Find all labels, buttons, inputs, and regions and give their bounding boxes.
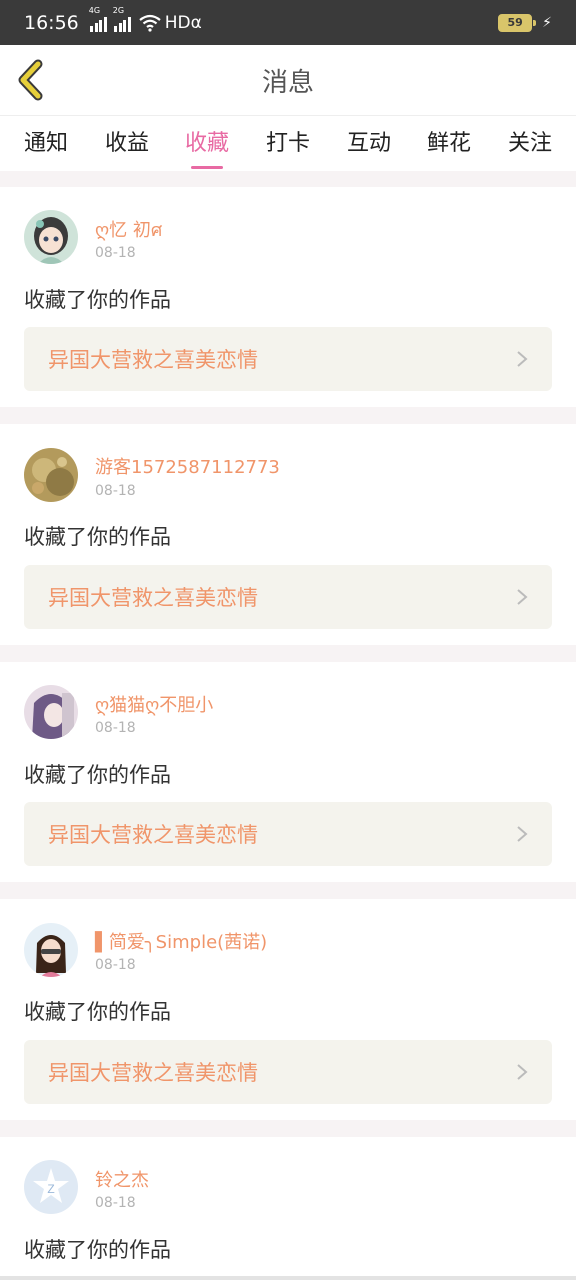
username[interactable]: 铃之杰 xyxy=(95,1166,149,1192)
avatar[interactable]: Z xyxy=(24,1160,78,1214)
avatar[interactable] xyxy=(24,685,78,739)
tab-favorites[interactable]: 收藏 xyxy=(175,125,239,169)
chevron-right-icon xyxy=(517,589,528,605)
avatar[interactable] xyxy=(24,448,78,502)
message-card: ღ猫猫ღ不胆小 08-18 收藏了你的作品 异国大营救之喜美恋情 xyxy=(0,662,576,882)
tab-interaction[interactable]: 互动 xyxy=(337,125,401,169)
signal-icon-2: 2G xyxy=(113,6,131,32)
tab-earnings[interactable]: 收益 xyxy=(95,125,159,169)
tab-notice[interactable]: 通知 xyxy=(14,125,78,169)
username[interactable]: ღ忆 初ศ xyxy=(95,215,162,244)
message-date: 08-18 xyxy=(95,720,136,736)
wifi-icon xyxy=(139,14,161,32)
status-time: 16:56 xyxy=(24,11,79,34)
tab-active-indicator xyxy=(191,166,223,169)
message-card: Z 铃之杰 08-18 收藏了你的作品 xyxy=(0,1137,576,1280)
work-link[interactable]: 异国大营救之喜美恋情 xyxy=(24,802,552,866)
chevron-right-icon xyxy=(517,351,528,367)
work-link[interactable]: 异国大营救之喜美恋情 xyxy=(24,1040,552,1104)
back-arrow-icon[interactable] xyxy=(14,59,48,101)
message-date: 08-18 xyxy=(95,245,136,261)
message-action: 收藏了你的作品 xyxy=(24,288,171,312)
tab-flowers[interactable]: 鲜花 xyxy=(417,125,481,169)
header: 消息 xyxy=(0,45,576,115)
work-title: 异国大营救之喜美恋情 xyxy=(48,823,258,847)
avatar[interactable] xyxy=(24,210,78,264)
message-action: 收藏了你的作品 xyxy=(24,525,171,549)
message-action: 收藏了你的作品 xyxy=(24,763,171,787)
charging-icon: ⚡ xyxy=(542,14,552,31)
tab-bar: 通知 收益 收藏 打卡 互动 鲜花 关注 xyxy=(0,115,576,171)
status-bar: 16:56 4G 2G HDα 59 ⚡ xyxy=(0,0,576,45)
chevron-right-icon xyxy=(517,1064,528,1080)
page-title: 消息 xyxy=(261,67,314,98)
work-title: 异国大营救之喜美恋情 xyxy=(48,348,258,372)
message-date: 08-18 xyxy=(95,483,136,499)
work-link[interactable]: 异国大营救之喜美恋情 xyxy=(24,327,552,391)
message-card: ღ忆 初ศ 08-18 收藏了你的作品 异国大营救之喜美恋情 xyxy=(0,187,576,407)
avatar[interactable] xyxy=(24,923,78,977)
message-card: 游客1572587112773 08-18 收藏了你的作品 异国大营救之喜美恋情 xyxy=(0,424,576,645)
scroll-edge xyxy=(0,1276,576,1280)
message-date: 08-18 xyxy=(95,957,136,973)
work-link[interactable]: 异国大营救之喜美恋情 xyxy=(24,565,552,629)
tab-checkin[interactable]: 打卡 xyxy=(256,125,320,169)
username[interactable]: ▌简爱╮Simple(茜诺) xyxy=(95,928,267,954)
tab-follow[interactable]: 关注 xyxy=(498,125,562,169)
message-action: 收藏了你的作品 xyxy=(24,1238,171,1262)
message-card: ▌简爱╮Simple(茜诺) 08-18 收藏了你的作品 异国大营救之喜美恋情 xyxy=(0,899,576,1120)
hd-indicator: HDα xyxy=(164,12,202,33)
work-title: 异国大营救之喜美恋情 xyxy=(48,1061,258,1085)
battery-level: 59 xyxy=(498,13,533,32)
work-title: 异国大营救之喜美恋情 xyxy=(48,586,258,610)
svg-text:Z: Z xyxy=(47,1182,54,1196)
signal-icon: 4G xyxy=(89,6,107,32)
battery-icon: 59 ⚡ xyxy=(498,13,552,32)
message-date: 08-18 xyxy=(95,1195,136,1211)
username[interactable]: 游客1572587112773 xyxy=(95,453,280,479)
username[interactable]: ღ猫猫ღ不胆小 xyxy=(95,691,213,717)
chevron-right-icon xyxy=(517,826,528,842)
message-action: 收藏了你的作品 xyxy=(24,1000,171,1024)
